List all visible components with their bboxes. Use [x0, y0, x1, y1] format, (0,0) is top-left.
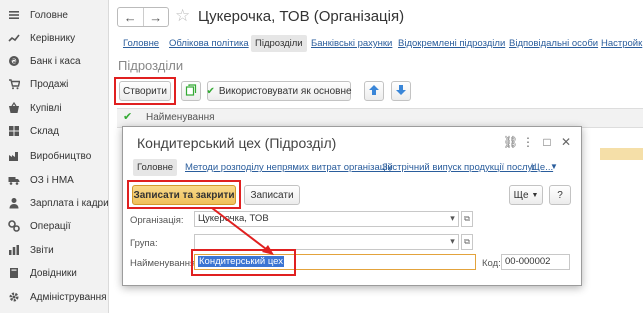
back-button[interactable]: ←: [118, 8, 143, 26]
sidebar-item-directories[interactable]: Довідники: [0, 262, 109, 284]
maximize-icon[interactable]: □: [541, 135, 553, 149]
check-icon: ✔: [206, 85, 215, 97]
trend-icon: [8, 32, 20, 44]
page-title: Цукерочка, ТОВ (Організація): [198, 8, 405, 25]
chevron-down-icon: ▼: [531, 191, 539, 199]
person-icon: [8, 197, 20, 209]
sidebar-item-label: Довідники: [30, 267, 77, 279]
dialog-tab-counter-output[interactable]: Зустрічний випуск продукції послуг: [382, 162, 536, 173]
dialog-title: Кондитерський цех (Підрозділ): [137, 135, 337, 151]
cart-icon: [8, 78, 20, 90]
check-icon: ✔: [123, 111, 133, 123]
more-label: Ще: [513, 189, 529, 201]
grid-icon: [8, 125, 20, 137]
sidebar-item-salary[interactable]: Зарплата і кадри: [0, 192, 109, 214]
tab-settings[interactable]: Настройк: [601, 38, 642, 49]
gear-icon: [8, 291, 20, 303]
name-label: Найменування:: [130, 258, 198, 269]
create-highlight: [114, 77, 176, 105]
code-field[interactable]: 00-000002: [501, 254, 570, 270]
more-vertical-icon[interactable]: ⋮: [522, 135, 534, 149]
truck-icon: [8, 174, 20, 186]
group-label: Група:: [130, 238, 158, 249]
history-nav: ← →: [117, 7, 169, 27]
sidebar-item-purchases[interactable]: Купівлі: [0, 97, 109, 119]
sidebar-item-manager[interactable]: Керівнику: [0, 27, 109, 49]
open-icon[interactable]: ⧉: [461, 234, 473, 250]
link-icon[interactable]: ⛓: [503, 135, 518, 149]
sidebar-item-label: ОЗ і НМА: [30, 174, 74, 186]
bars-icon: [8, 244, 20, 256]
svg-text:₴: ₴: [11, 58, 17, 66]
tab-main[interactable]: Головне: [123, 38, 159, 49]
dialog-tab-main[interactable]: Головне: [133, 159, 178, 176]
use-as-default-label: Використовувати як основне: [218, 85, 352, 97]
open-icon[interactable]: ⧉: [461, 211, 473, 227]
more-button[interactable]: Ще ▼: [509, 185, 543, 205]
save-highlight: [127, 180, 241, 209]
arrow-down-icon: [395, 84, 407, 99]
gears-icon: [8, 220, 20, 232]
sidebar: Головне Керівнику ₴ Банк і каса Продажі …: [0, 0, 109, 313]
dialog-tab-cost-methods[interactable]: Методи розподілу непрямих витрат організ…: [185, 162, 393, 173]
coin-icon: ₴: [8, 55, 20, 67]
organization-label: Організація:: [130, 215, 184, 226]
arrow-up-icon: [368, 84, 380, 99]
close-icon[interactable]: ✕: [560, 135, 572, 149]
sidebar-item-label: Операції: [30, 220, 71, 232]
sidebar-item-label: Звіти: [30, 244, 54, 256]
sidebar-item-label: Зарплата і кадри: [30, 197, 109, 209]
tab-separate-units[interactable]: Відокремлені підрозділи: [398, 38, 505, 49]
sidebar-item-label: Головне: [30, 9, 68, 21]
sidebar-item-label: Керівнику: [30, 32, 76, 44]
copy-button[interactable]: [181, 81, 201, 101]
column-header-name[interactable]: Найменування: [146, 112, 215, 123]
factory-icon: [8, 150, 20, 162]
sidebar-item-reports[interactable]: Звіти: [0, 239, 109, 261]
tab-accounting-policy[interactable]: Облікова політика: [169, 38, 249, 49]
help-button[interactable]: ?: [549, 185, 571, 205]
sidebar-item-sales[interactable]: Продажі: [0, 73, 109, 95]
sidebar-item-warehouse[interactable]: Склад: [0, 120, 109, 142]
sidebar-item-bank[interactable]: ₴ Банк і каса: [0, 50, 109, 72]
sidebar-item-label: Склад: [30, 125, 59, 137]
sidebar-item-main[interactable]: Головне: [0, 4, 109, 26]
save-button[interactable]: Записати: [244, 185, 300, 205]
department-dialog: Кондитерський цех (Підрозділ) ⛓ ⋮ □ ✕ Го…: [122, 126, 582, 286]
selected-row[interactable]: [600, 148, 643, 160]
copy-icon: [185, 83, 197, 99]
sidebar-item-operations[interactable]: Операції: [0, 215, 109, 237]
sidebar-item-label: Виробництво: [30, 150, 92, 162]
menu-icon: [8, 9, 20, 21]
move-up-button[interactable]: [364, 81, 384, 101]
sidebar-item-fixed-assets[interactable]: ОЗ і НМА: [0, 169, 109, 191]
section-title: Підрозділи: [118, 58, 184, 73]
tab-responsible-persons[interactable]: Відповідальні особи: [509, 38, 598, 49]
sidebar-item-label: Продажі: [30, 78, 69, 90]
dropdown-icon[interactable]: ▾: [447, 234, 458, 250]
tab-departments[interactable]: Підрозділи: [251, 35, 307, 52]
star-icon[interactable]: ☆: [175, 6, 190, 26]
group-field[interactable]: [194, 234, 459, 250]
sidebar-item-label: Адміністрування: [30, 291, 107, 303]
use-as-default-button[interactable]: ✔ Використовувати як основне: [206, 81, 352, 101]
sidebar-item-label: Банк і каса: [30, 55, 81, 67]
name-highlight: [191, 249, 296, 276]
code-label: Код:: [482, 258, 501, 269]
sidebar-item-administration[interactable]: Адміністрування: [0, 286, 109, 308]
basket-icon: [8, 102, 20, 114]
dropdown-icon[interactable]: ▾: [447, 211, 458, 227]
organization-field[interactable]: Цукерочка, ТОВ: [194, 211, 459, 227]
move-down-button[interactable]: [391, 81, 411, 101]
sidebar-item-label: Купівлі: [30, 102, 62, 114]
book-icon: [8, 267, 20, 279]
sidebar-item-production[interactable]: Виробництво: [0, 145, 109, 167]
tab-bank-accounts[interactable]: Банківські рахунки: [311, 38, 392, 49]
chevron-down-icon: ▼: [550, 162, 558, 171]
forward-button[interactable]: →: [142, 8, 169, 26]
